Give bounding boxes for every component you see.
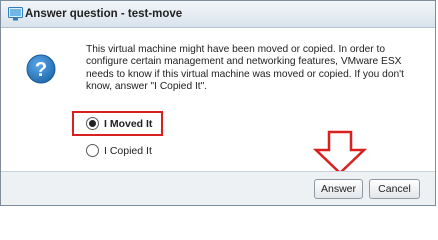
answer-question-dialog: Answer question - test-move ? This virtu… <box>0 0 436 206</box>
dialog-title: Answer question - test-move <box>25 8 183 20</box>
question-message: This virtual machine might have been mov… <box>86 44 404 93</box>
title-bar[interactable]: Answer question - test-move <box>1 1 435 28</box>
copied-it-label[interactable]: I Copied It <box>104 145 152 157</box>
answer-button[interactable]: Answer <box>314 179 363 199</box>
cancel-button[interactable]: Cancel <box>369 179 420 199</box>
moved-it-label[interactable]: I Moved It <box>104 118 152 130</box>
question-icon: ? <box>26 54 56 84</box>
down-arrow-annotation-icon <box>313 130 367 175</box>
button-bar: Answer Cancel <box>1 171 435 205</box>
virtual-machine-icon <box>8 7 23 21</box>
svg-text:?: ? <box>35 59 47 81</box>
copied-it-radio[interactable] <box>86 144 99 157</box>
moved-it-radio[interactable] <box>86 117 99 130</box>
